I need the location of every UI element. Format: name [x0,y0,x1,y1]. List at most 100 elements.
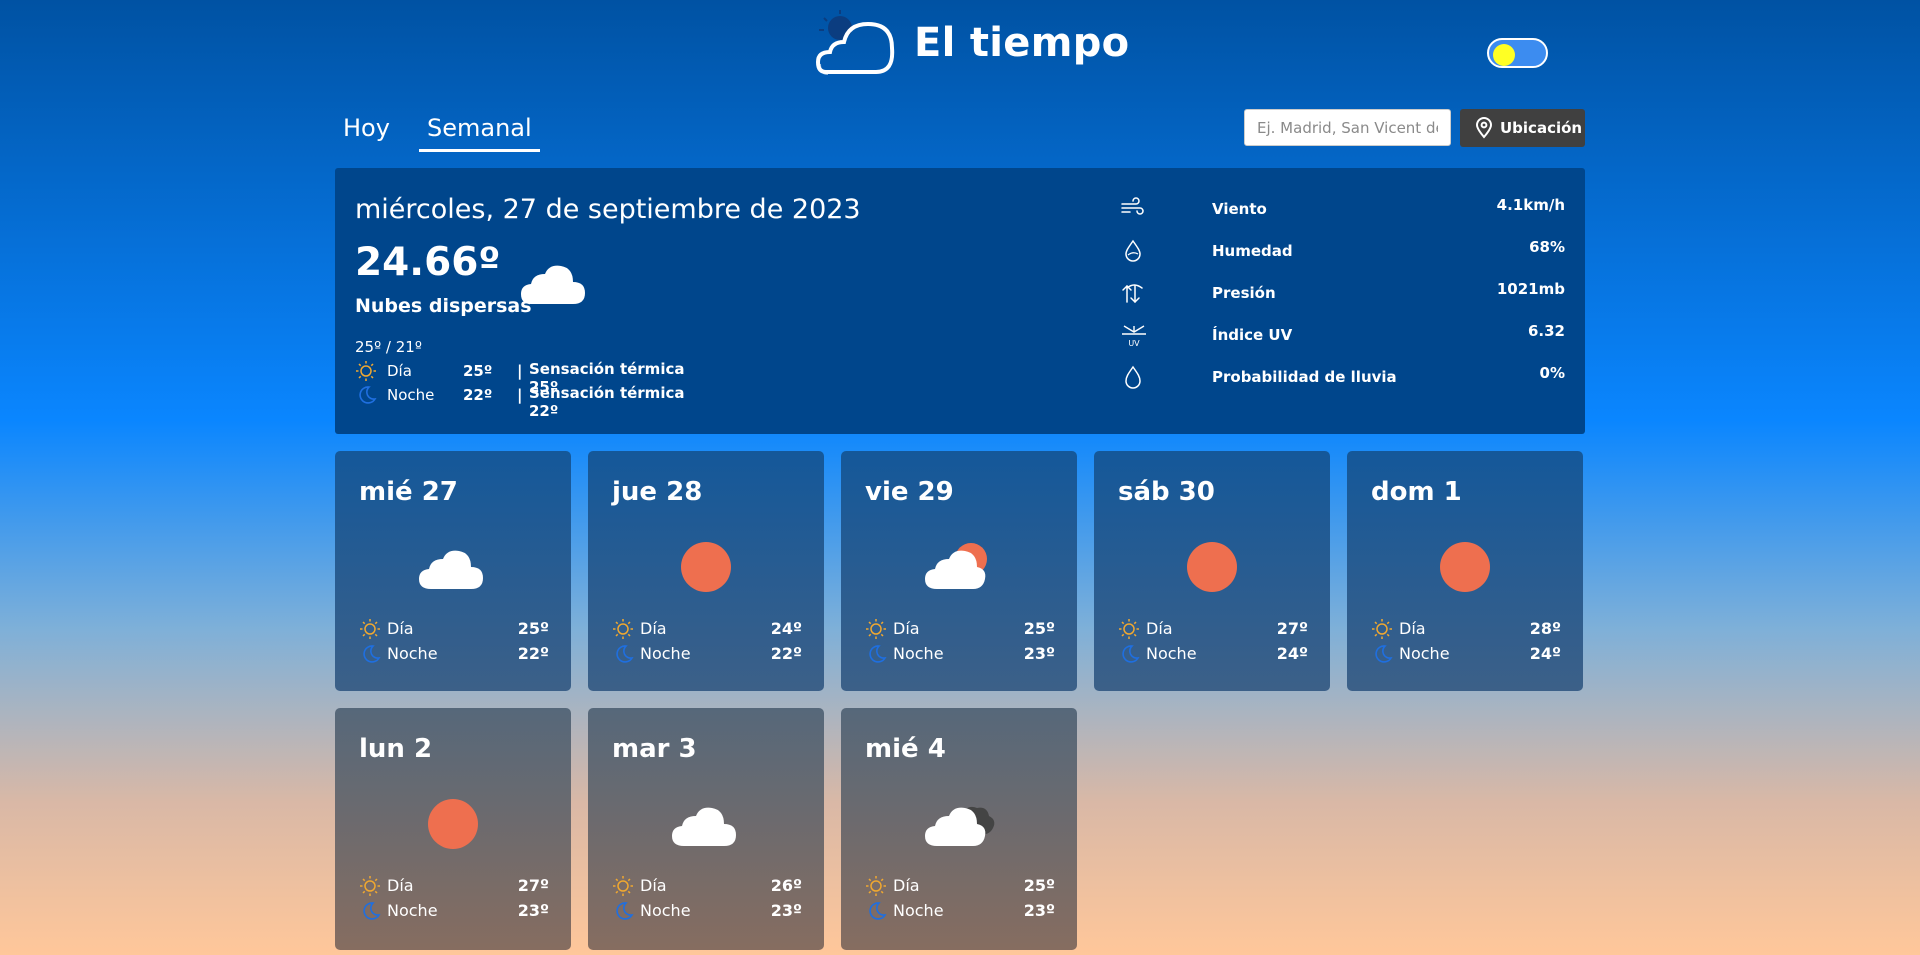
today-date: miércoles, 27 de septiembre de 2023 [355,194,861,225]
moon-outline-icon [1118,643,1140,669]
forecast-day-row: Día 25º [865,618,1055,640]
forecast-temperature: 27º [1276,619,1308,638]
forecast-label: Día [640,619,667,638]
forecast-label: Día [893,876,920,895]
forecast-night-row: Noche 23º [612,900,802,922]
pressure-icon [1122,284,1143,304]
day-temperature: 25º [463,362,493,380]
moon-outline-icon [359,386,377,404]
today-day-row: Día 25º | Sensación térmica 25º [355,360,715,396]
forecast-day-name: vie 29 [865,477,954,507]
sun-outline-icon [356,361,376,381]
forecast-temperature: 25º [517,619,549,638]
forecast-day-row: Día 25º [359,618,549,640]
forecast-day-row: Día 27º [1118,618,1308,640]
forecast-label: Noche [1399,644,1450,663]
forecast-card: mié 27 Día 25º Noche 22º [335,451,571,691]
moon-outline-icon [359,900,381,926]
forecast-temperature: 24º [1276,644,1308,663]
metric-value: 0% [1539,364,1565,382]
moon-outline-icon [359,643,381,669]
forecast-temperature: 23º [517,901,549,920]
forecast-temperature: 23º [1023,644,1055,663]
forecast-label: Noche [893,901,944,920]
forecast-card: jue 28 Día 24º Noche 22º [588,451,824,691]
forecast-label: Día [1399,619,1426,638]
forecast-label: Día [640,876,667,895]
forecast-day-row: Día 26º [612,875,802,897]
cloud-icon [413,539,493,595]
metric-rain-probability: Probabilidad de lluvia 0% [1120,364,1565,394]
today-summary-card: miércoles, 27 de septiembre de 2023 24.6… [335,168,1585,434]
metric-value: 1021mb [1496,280,1565,298]
forecast-day-row: Día 27º [359,875,549,897]
forecast-night-row: Noche 24º [1118,643,1308,665]
rain-drop-icon [1125,365,1141,389]
metric-label: Viento [1212,200,1267,218]
tab-semanal[interactable]: Semanal [419,110,540,152]
metric-wind: Viento 4.1km/h [1120,196,1565,226]
sun-outline-icon [1118,618,1140,644]
separator: | [517,362,523,380]
theme-toggle-switch[interactable] [1487,38,1548,68]
metric-humidity: Humedad 68% [1120,238,1565,268]
forecast-label: Día [387,619,414,638]
forecast-temperature: 22º [517,644,549,663]
today-temp-range: 25º / 21º [355,338,422,356]
forecast-day-row: Día 24º [612,618,802,640]
metric-uv: UV Índice UV 6.32 [1120,322,1565,352]
today-night-row: Noche 22º | Sensación térmica 22º [355,384,715,420]
svg-text:UV: UV [1128,339,1140,348]
sun-outline-icon [865,618,887,644]
forecast-night-row: Noche 23º [865,643,1055,665]
forecast-card: sáb 30 Día 27º Noche 24º [1094,451,1330,691]
app-header: El tiempo [0,0,1920,95]
cloud-icon [666,796,746,852]
forecast-day-name: jue 28 [612,477,703,507]
app-title: El tiempo [914,20,1130,66]
forecast-card: mar 3 Día 26º Noche 23º [588,708,824,950]
forecast-card: mié 4 Día 25º Noche 23º [841,708,1077,950]
forecast-label: Día [893,619,920,638]
forecast-label: Día [1146,619,1173,638]
night-feels-like: Sensación térmica 22º [529,384,685,420]
sun-icon [413,796,493,852]
today-temperature: 24.66º [355,240,501,285]
location-button-label: Ubicación [1500,119,1583,137]
sun-outline-icon [612,875,634,901]
metric-value: 6.32 [1527,322,1565,340]
forecast-card: lun 2 Día 27º Noche 23º [335,708,571,950]
today-description: Nubes dispersas [355,295,532,317]
sun-icon [1425,539,1505,595]
forecast-day-name: mar 3 [612,734,697,764]
forecast-night-row: Noche 24º [1371,643,1561,665]
moon-outline-icon [865,643,887,669]
forecast-day-name: dom 1 [1371,477,1462,507]
forecast-day-name: sáb 30 [1118,477,1215,507]
moon-outline-icon [1371,643,1393,669]
location-button[interactable]: Ubicación [1460,109,1585,147]
metric-value: 4.1km/h [1496,196,1565,214]
forecast-label: Día [387,876,414,895]
sun-icon [1172,539,1252,595]
sun-outline-icon [359,618,381,644]
location-pin-icon [1475,117,1493,139]
separator: | [517,386,523,404]
forecast-temperature: 26º [770,876,802,895]
tab-hoy[interactable]: Hoy [335,110,398,146]
forecast-temperature: 24º [1529,644,1561,663]
forecast-card: vie 29 Día 25º Noche 23º [841,451,1077,691]
sun-outline-icon [359,875,381,901]
city-search-input[interactable] [1244,109,1451,146]
metric-label: Probabilidad de lluvia [1212,368,1397,386]
metric-pressure: Presión 1021mb [1120,280,1565,310]
wind-icon [1121,197,1144,215]
sun-outline-icon [1371,618,1393,644]
broken-clouds-icon [919,796,999,852]
forecast-temperature: 23º [770,901,802,920]
forecast-day-row: Día 28º [1371,618,1561,640]
moon-outline-icon [865,900,887,926]
forecast-label: Noche [893,644,944,663]
sun-behind-cloud-icon [919,539,999,595]
forecast-temperature: 25º [1023,876,1055,895]
